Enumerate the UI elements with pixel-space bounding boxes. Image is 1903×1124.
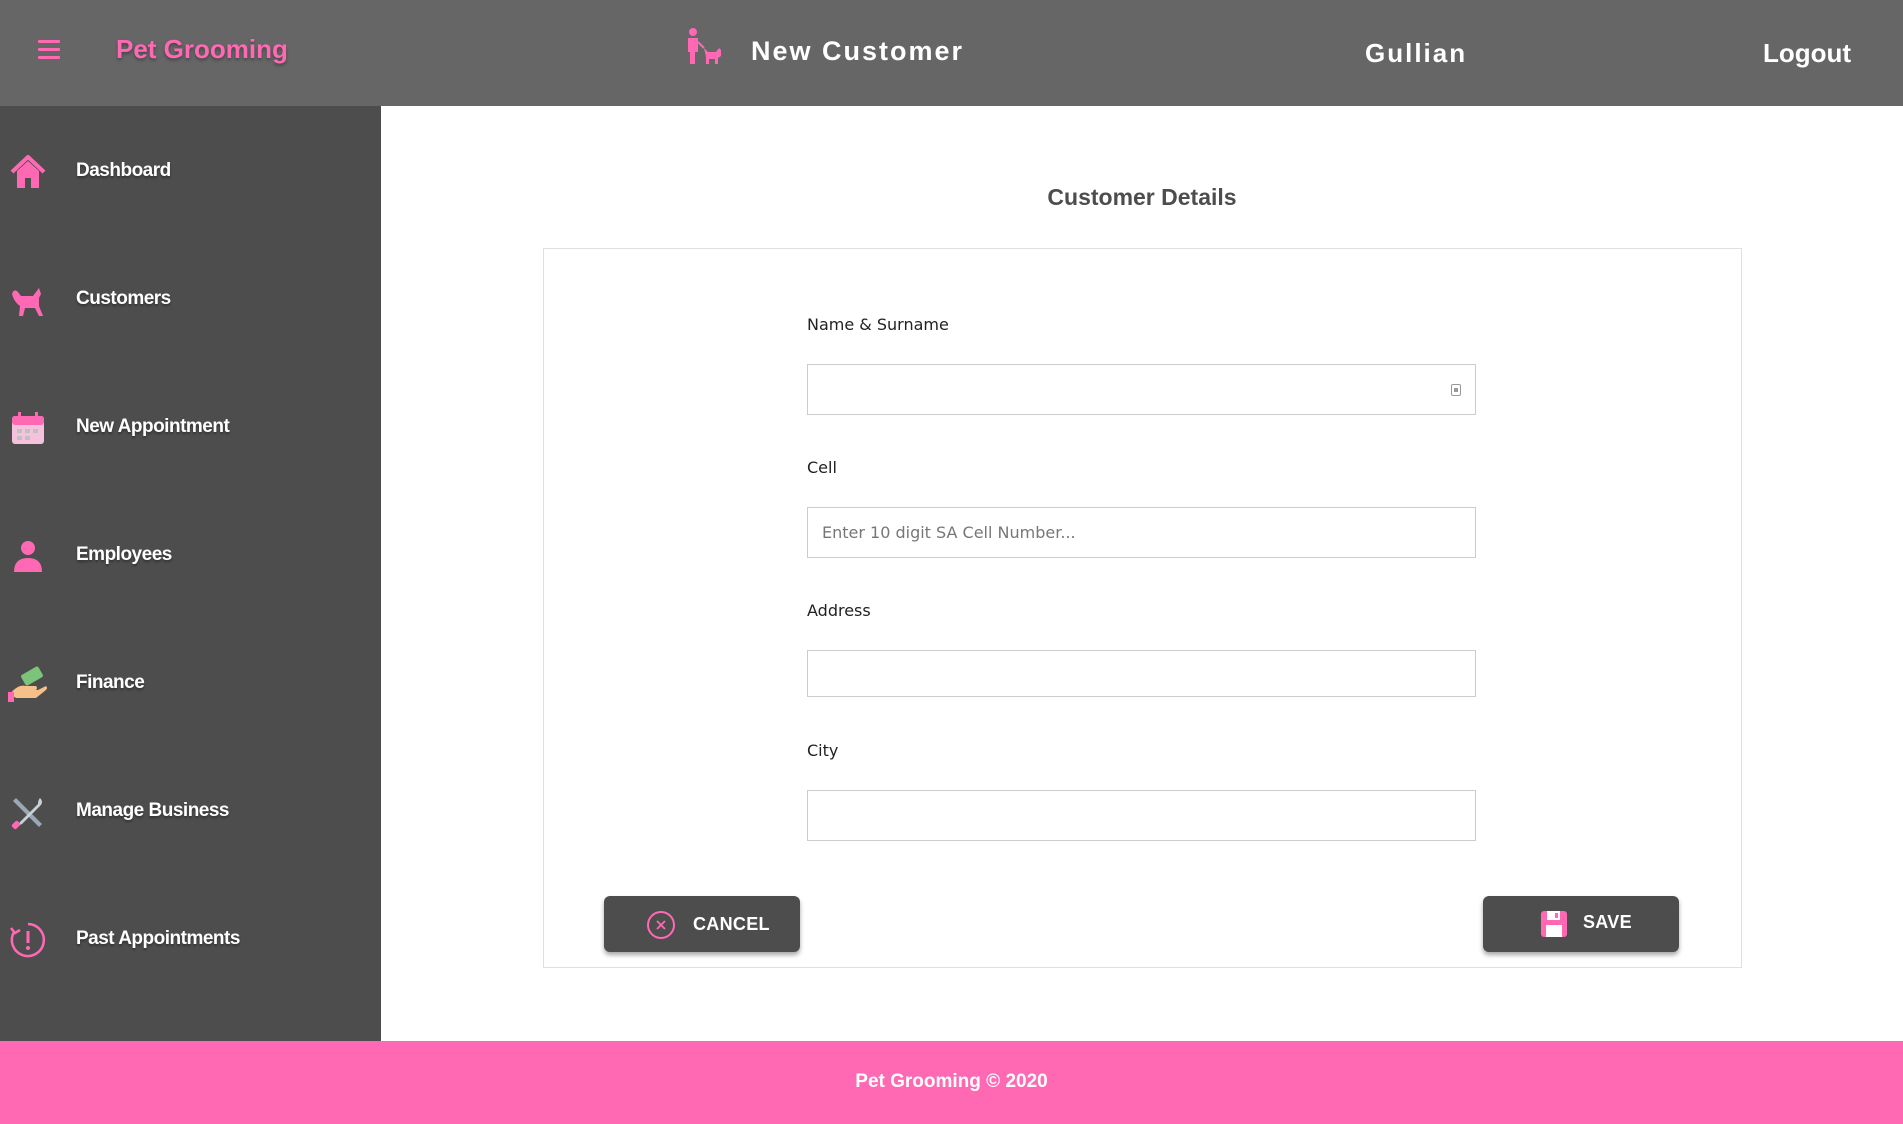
name-field-label: Name & Surname xyxy=(807,315,949,334)
sidebar: Dashboard Customers New Appointment Empl… xyxy=(0,106,381,1041)
form-title-row: Customer Details xyxy=(0,184,1903,211)
sidebar-item-label: Dashboard xyxy=(76,160,171,181)
pet-owner-icon xyxy=(688,28,721,64)
customer-form-card xyxy=(543,248,1742,968)
cancel-button-label: CANCEL xyxy=(693,914,770,934)
form-title: Customer Details xyxy=(1047,184,1237,210)
cancel-button[interactable]: CANCEL xyxy=(604,896,800,952)
top-header: Pet Grooming New Customer Gullian Logout xyxy=(0,0,1903,106)
page-title: New Customer xyxy=(751,36,965,66)
cat-icon xyxy=(12,288,43,316)
money-hand-icon xyxy=(8,666,47,702)
sidebar-item-label: Employees xyxy=(76,544,172,565)
address-field[interactable] xyxy=(807,650,1476,697)
sidebar-item-employees[interactable]: Employees xyxy=(0,516,381,596)
sidebar-item-new-appointment[interactable]: New Appointment xyxy=(0,388,381,468)
person-icon xyxy=(14,541,42,572)
calendar-icon xyxy=(12,412,44,444)
cell-field-label: Cell xyxy=(807,458,837,477)
save-button-label: SAVE xyxy=(1583,912,1632,932)
user-name: Gullian xyxy=(1365,38,1468,68)
cancel-circle-icon xyxy=(647,911,675,939)
tools-icon xyxy=(11,798,42,830)
history-icon xyxy=(10,922,46,958)
sidebar-item-label: Manage Business xyxy=(76,800,230,821)
save-button[interactable]: SAVE xyxy=(1483,896,1679,952)
city-field[interactable] xyxy=(807,790,1476,841)
sidebar-item-label: Finance xyxy=(76,672,145,693)
footer: Pet Grooming © 2020 xyxy=(0,1041,1903,1124)
autofill-icon[interactable] xyxy=(1451,384,1461,396)
sidebar-item-customers[interactable]: Customers xyxy=(0,260,381,340)
sidebar-item-past-appointments[interactable]: Past Appointments xyxy=(0,900,381,980)
sidebar-item-finance[interactable]: Finance xyxy=(0,644,381,724)
logout-link[interactable]: Logout xyxy=(1763,38,1851,69)
footer-copyright: Pet Grooming © 2020 xyxy=(855,1071,1048,1092)
brand-title[interactable]: Pet Grooming xyxy=(116,34,288,65)
sidebar-item-label: Customers xyxy=(76,288,171,309)
name-field[interactable] xyxy=(807,364,1476,415)
sidebar-item-label: New Appointment xyxy=(76,416,230,437)
floppy-disk-icon xyxy=(1541,911,1567,937)
sidebar-item-label: Past Appointments xyxy=(76,928,240,949)
cell-field[interactable] xyxy=(807,507,1476,558)
city-field-label: City xyxy=(807,741,839,760)
hamburger-icon[interactable] xyxy=(38,40,60,60)
address-field-label: Address xyxy=(807,601,871,620)
sidebar-item-manage-business[interactable]: Manage Business xyxy=(0,772,381,852)
